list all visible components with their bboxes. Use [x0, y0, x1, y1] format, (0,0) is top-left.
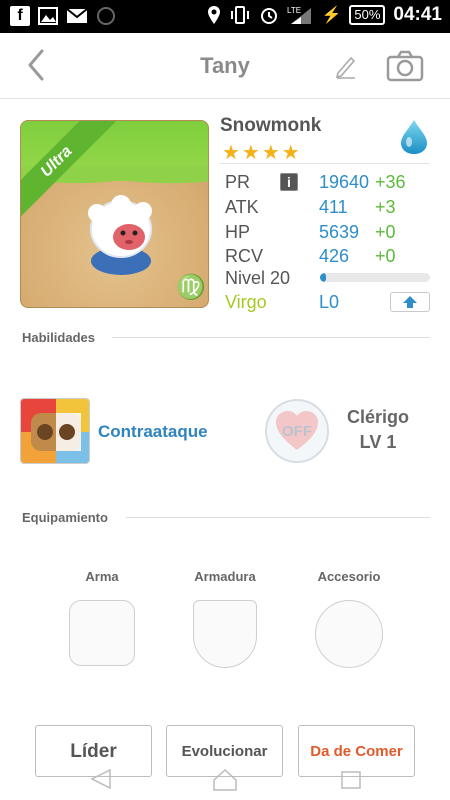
pencil-icon: [335, 56, 356, 79]
skills-section-label: Habilidades: [22, 330, 95, 345]
armor-label: Armadura: [194, 569, 256, 584]
active-skill-name[interactable]: Contraataque: [98, 422, 208, 442]
charging-icon: ⚡: [321, 7, 342, 24]
alarm-icon: [259, 5, 279, 25]
stat-bonus-rcv: +0: [375, 246, 396, 266]
nav-home-icon[interactable]: [212, 766, 238, 792]
stat-bonus-atk: +3: [375, 197, 396, 217]
water-drop-icon: [398, 118, 430, 156]
stat-bonus-pr: +36: [375, 172, 406, 192]
stat-value-rcv: 426: [319, 246, 350, 266]
star-rating: ★★★★: [222, 142, 302, 164]
whatsapp-icon: [96, 6, 116, 26]
clock: 04:41: [393, 4, 442, 25]
xp-progress-bar: [320, 273, 430, 282]
arrow-up-icon: [403, 296, 417, 308]
gallery-icon: [38, 7, 58, 25]
level-label: Nivel 20: [225, 268, 291, 288]
stat-bonus-hp: +0: [375, 222, 396, 242]
stat-label-atk: ATK: [225, 197, 259, 217]
divider: [220, 163, 430, 164]
weapon-slot[interactable]: [69, 600, 135, 666]
page-title: Tany: [200, 53, 250, 78]
xp-progress-fill: [320, 273, 326, 282]
location-icon: [207, 5, 221, 25]
system-nav-bar: [0, 758, 450, 800]
signal-icon: LTE: [287, 5, 313, 25]
off-badge-text: OFF: [282, 423, 312, 440]
stat-value-hp: 5639: [319, 222, 360, 242]
edit-name-button[interactable]: [334, 53, 358, 79]
facebook-icon: f: [10, 6, 30, 26]
zodiac-sign-label: Virgo: [225, 292, 267, 312]
stat-label-rcv: RCV: [225, 246, 264, 266]
leader-skill-badge[interactable]: OFF: [264, 398, 330, 464]
section-divider: [126, 517, 430, 518]
battery-indicator: 50%: [349, 5, 386, 25]
monster-name: Snowmonk: [220, 115, 322, 136]
vibrate-icon: [229, 5, 251, 25]
mail-icon: [66, 8, 88, 24]
limit-break-button[interactable]: [390, 292, 430, 312]
status-bar: f LTE ⚡ 50% 04:41: [0, 0, 450, 33]
leader-skill-level: LV 1: [359, 432, 397, 452]
stat-label-hp: HP: [225, 222, 251, 242]
camera-button[interactable]: [386, 50, 424, 82]
counter-attack-skill-icon[interactable]: [20, 398, 90, 464]
accessory-label: Accesorio: [317, 569, 381, 584]
accessory-slot[interactable]: [315, 600, 383, 668]
snowmonk-creature: [88, 195, 152, 275]
svg-text:LTE: LTE: [287, 6, 301, 15]
camera-icon: [386, 50, 424, 82]
nav-back-icon[interactable]: [88, 766, 114, 792]
weapon-label: Arma: [85, 569, 119, 584]
nav-recents-icon[interactable]: [338, 766, 364, 792]
armor-slot[interactable]: [193, 600, 257, 668]
limit-break-value: L0: [319, 292, 340, 312]
equipment-section-label: Equipamiento: [22, 510, 108, 525]
monster-portrait[interactable]: Ultra ♍: [20, 120, 209, 308]
virgo-icon: ♍: [176, 274, 206, 301]
stat-label-pr: PR: [225, 172, 251, 192]
leader-skill-name: Clérigo: [346, 407, 409, 427]
info-icon[interactable]: i: [280, 173, 298, 191]
stat-value-pr: 19640: [319, 172, 370, 192]
app-header: Tany: [0, 33, 450, 99]
section-divider: [112, 337, 430, 338]
stat-value-atk: 411: [319, 197, 348, 217]
